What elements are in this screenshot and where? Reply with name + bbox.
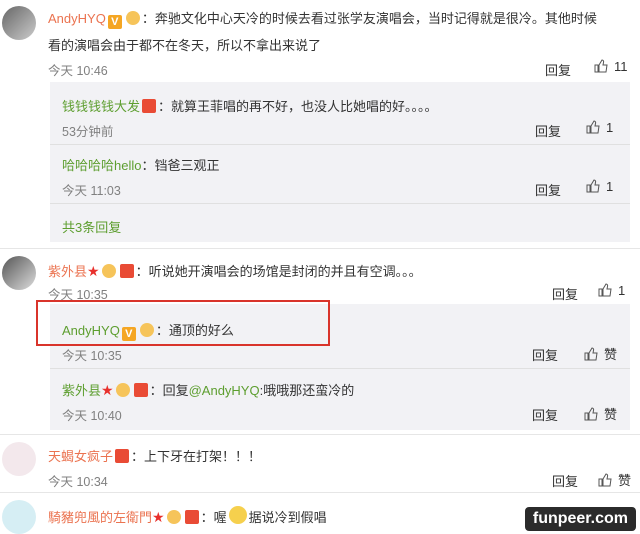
star-icon: ★ <box>101 382 114 398</box>
divider <box>50 203 630 204</box>
reply-button[interactable]: 回复 <box>535 121 561 140</box>
red-packet-icon <box>184 510 199 524</box>
timestamp: 今天 10:46 <box>48 64 108 78</box>
divider <box>50 368 630 369</box>
username[interactable]: 騎豬兜風的左衛門 <box>48 510 152 525</box>
like-button[interactable]: 赞 <box>584 404 617 423</box>
like-label: 赞 <box>604 347 618 362</box>
vip-icon: V <box>121 327 136 341</box>
divider <box>0 248 640 249</box>
red-packet-icon <box>142 99 157 113</box>
comment-text: ：听说她开演唱会的场馆是封闭的并且有空调。。。 <box>135 264 422 279</box>
reply-text: ：就算王菲唱的再不好，也没人比她唱的好。。。。 <box>158 99 438 114</box>
reply-username[interactable]: 钱钱钱钱大发 <box>62 99 140 114</box>
thumbs-up-icon <box>598 283 612 297</box>
watermark: funpeer.com <box>524 507 636 531</box>
medal-icon <box>139 323 154 337</box>
reply-username[interactable]: AndyHYQ <box>62 323 120 338</box>
timestamp: 今天 10:34 <box>48 475 108 489</box>
divider <box>0 492 640 493</box>
avatar[interactable] <box>2 256 36 290</box>
timestamp: 53分钟前 <box>62 125 114 139</box>
username[interactable]: AndyHYQ <box>48 11 106 26</box>
reply-line: 钱钱钱钱大发 ：就算王菲唱的再不好，也没人比她唱的好。。。。 <box>62 96 438 115</box>
thumbs-up-icon <box>586 179 600 193</box>
red-packet-icon <box>115 449 130 463</box>
like-button[interactable]: 1 <box>586 179 613 194</box>
comment-line: 紫外县★ ：听说她开演唱会的场馆是封闭的并且有空调。。。 <box>48 261 422 280</box>
reply-text: ：通顶的好么 <box>155 323 234 338</box>
like-count: 11 <box>614 59 628 74</box>
comment-text-prefix: ：喔 <box>200 510 227 525</box>
emoji-icon <box>228 506 247 524</box>
like-count: 1 <box>618 283 626 298</box>
like-button[interactable]: 1 <box>598 283 625 298</box>
star-icon: ★ <box>87 263 100 279</box>
comment-text-cont: 看的演唱会由于都不在冬天，所以不拿出来说了 <box>48 38 322 53</box>
avatar[interactable] <box>2 442 36 476</box>
more-replies-link[interactable]: 共3条回复 <box>62 217 121 236</box>
comment-line: 騎豬兜風的左衛門★ ：喔 据说冷到假唱 <box>48 506 327 526</box>
comment-line: 天蝎女疯子 ：上下牙在打架！！！ <box>48 446 261 465</box>
medal-icon <box>166 510 181 524</box>
like-button[interactable]: 11 <box>594 59 628 74</box>
username[interactable]: 紫外县 <box>48 264 87 279</box>
thumbs-up-icon <box>594 59 608 73</box>
divider <box>50 144 630 145</box>
comment-line: AndyHYQ V ：奔驰文化中心天冷的时候去看过张学友演唱会，当时记得就是很冷。其… <box>48 8 597 29</box>
reply-button[interactable]: 回复 <box>552 284 578 303</box>
like-count: 1 <box>606 179 614 194</box>
red-packet-icon <box>133 383 148 397</box>
username[interactable]: 天蝎女疯子 <box>48 449 113 464</box>
reply-button[interactable]: 回复 <box>552 471 578 490</box>
medal-icon <box>125 11 140 25</box>
comment-text: ：上下牙在打架！！！ <box>131 449 262 464</box>
divider <box>0 434 640 435</box>
reply-username[interactable]: 哈哈哈哈hello <box>62 158 141 173</box>
reply-line: 紫外县★ ：回复@AndyHYQ:哦哦那还蛮冷的 <box>62 380 354 399</box>
star-icon: ★ <box>152 509 165 525</box>
comment-text: ：奔驰文化中心天冷的时候去看过张学友演唱会，当时记得就是很冷。其他时候 <box>141 11 597 26</box>
like-button[interactable]: 赞 <box>598 470 631 489</box>
like-label: 赞 <box>618 473 632 488</box>
red-packet-icon <box>119 264 134 278</box>
avatar[interactable] <box>2 6 36 40</box>
vip-icon: V <box>107 15 122 29</box>
timestamp: 今天 11:03 <box>62 184 121 198</box>
thumbs-up-icon <box>598 473 612 487</box>
like-count: 1 <box>606 120 614 135</box>
reply-button[interactable]: 回复 <box>532 405 558 424</box>
timestamp: 今天 10:35 <box>62 349 122 363</box>
medal-icon <box>115 383 130 397</box>
reply-text: ：铛爸三观正 <box>141 158 220 173</box>
like-label: 赞 <box>604 407 618 422</box>
reply-button[interactable]: 回复 <box>532 345 558 364</box>
reply-button[interactable]: 回复 <box>535 180 561 199</box>
like-button[interactable]: 1 <box>586 120 613 135</box>
reply-username[interactable]: 紫外县 <box>62 383 101 398</box>
timestamp: 今天 10:40 <box>62 409 122 423</box>
avatar[interactable] <box>2 500 36 534</box>
medal-icon <box>101 264 116 278</box>
thumbs-up-icon <box>586 120 600 134</box>
reply-text-prefix: ：回复 <box>149 383 189 398</box>
mention-link[interactable]: @AndyHYQ <box>189 383 260 398</box>
reply-line: 哈哈哈哈hello：铛爸三观正 <box>62 155 219 174</box>
reply-text: :哦哦那还蛮冷的 <box>259 383 355 398</box>
thumbs-up-icon <box>584 347 598 361</box>
comment-text: 据说冷到假唱 <box>248 510 327 525</box>
reply-line: AndyHYQ V ：通顶的好么 <box>62 320 234 341</box>
reply-button[interactable]: 回复 <box>545 60 571 79</box>
like-button[interactable]: 赞 <box>584 344 617 363</box>
thumbs-up-icon <box>584 407 598 421</box>
